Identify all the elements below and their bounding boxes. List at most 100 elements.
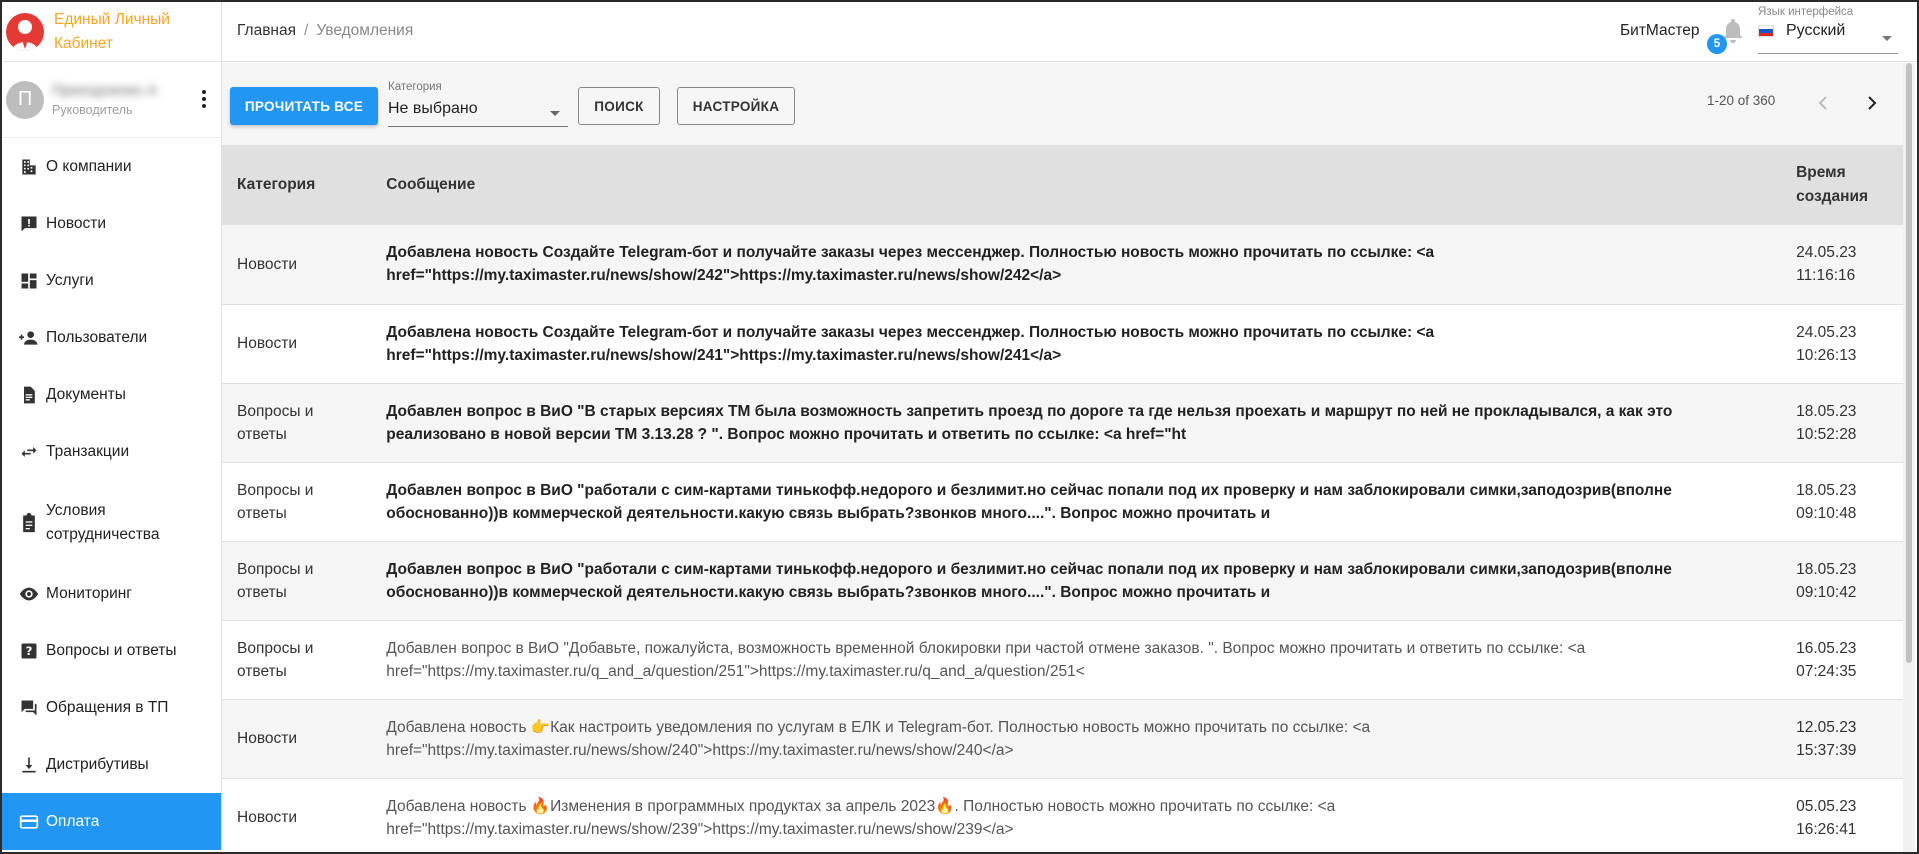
user-panel: П Приходченко А Руководитель: [2, 62, 221, 138]
documents-icon: [17, 383, 41, 407]
caret-down-icon: [550, 111, 560, 116]
language-label: Язык интерфейса: [1758, 6, 1854, 18]
sidebar-item-label: Вопросы и ответы: [46, 641, 177, 659]
row-message: Добавлен вопрос в ВиО "работали с сим-ка…: [386, 560, 1672, 601]
row-message: Добавлена новость Создайте Telegram-бот …: [386, 323, 1435, 364]
brand-title-line1: Единый Личный: [54, 10, 170, 28]
row-message: Добавлена новость 🔥Изменения в программн…: [386, 797, 1336, 838]
company-icon: [17, 155, 41, 179]
row-created-time: 12.05.23 15:37:39: [1781, 699, 1903, 778]
row-date: 12.05.23: [1796, 718, 1857, 736]
more-vertical-icon[interactable]: [201, 90, 207, 108]
row-category: Новости: [237, 335, 298, 352]
table-header-row: Категория Сообщение Время создания: [222, 145, 1903, 225]
row-date: 18.05.23: [1796, 560, 1857, 578]
table-row[interactable]: Вопросы и ответы Добавлен вопрос в ВиО "В…: [222, 383, 1903, 462]
caret-down-icon: [1882, 36, 1892, 41]
news-icon: [17, 212, 41, 236]
avatar[interactable]: П: [6, 80, 44, 119]
sidebar-item-users[interactable]: Пользователи: [2, 309, 221, 366]
sidebar-item-monitoring[interactable]: Мониторинг: [2, 565, 221, 622]
russia-flag-icon: [1758, 25, 1774, 37]
row-time: 10:52:28: [1796, 425, 1857, 443]
clipboard-icon: [17, 511, 41, 535]
breadcrumb-separator: /: [304, 22, 309, 39]
breadcrumb-home[interactable]: Главная: [237, 22, 296, 39]
sidebar-item-label: Пользователи: [46, 328, 148, 346]
user-role: Руководитель: [52, 103, 133, 117]
download-icon: [17, 753, 41, 777]
pagination-info: 1-20 of 360: [1707, 93, 1776, 108]
table-row[interactable]: Вопросы и ответы Добавлен вопрос в ВиО "р…: [222, 541, 1903, 620]
svg-text:?: ?: [26, 644, 33, 658]
chevron-right-icon[interactable]: [1862, 93, 1882, 113]
sidebar-item-documents[interactable]: Документы: [2, 366, 221, 423]
brand-title-line2: Кабинет: [54, 34, 113, 52]
users-icon: [17, 326, 41, 350]
row-date: 24.05.23: [1796, 244, 1857, 262]
sidebar-item-label: Дистрибутивы: [46, 755, 149, 773]
sidebar-item-label: Услуги: [46, 271, 94, 289]
sidebar: Единый Личный Кабинет П Приходченко А Ру…: [2, 2, 222, 852]
brand-title: Единый Личный Кабинет: [54, 8, 170, 56]
row-date: 05.05.23: [1796, 797, 1857, 815]
language-select[interactable]: Язык интерфейса Русский: [1758, 6, 1898, 54]
category-select[interactable]: Категория Не выбрано: [388, 81, 568, 127]
row-date: 18.05.23: [1796, 402, 1857, 420]
row-message: Добавлен вопрос в ВиО "работали с сим-ка…: [386, 481, 1672, 522]
column-header-category[interactable]: Категория: [222, 145, 371, 225]
table-row[interactable]: Вопросы и ответы Добавлен вопрос в ВиО "р…: [222, 462, 1903, 541]
chevron-left-icon[interactable]: [1813, 93, 1833, 113]
table-row[interactable]: Новости Добавлена новость 👉Как настроить …: [222, 699, 1903, 778]
sidebar-item-label: Новости: [46, 214, 107, 232]
sidebar-item-label: О компании: [46, 157, 132, 175]
breadcrumb-current: Уведомления: [316, 22, 414, 39]
column-header-time[interactable]: Время создания: [1781, 145, 1903, 225]
row-date: 16.05.23: [1796, 639, 1857, 657]
row-date: 18.05.23: [1796, 481, 1857, 499]
brand[interactable]: Единый Личный Кабинет: [2, 2, 221, 62]
sidebar-item-label: Обращения в ТП: [46, 698, 169, 716]
table-row[interactable]: Вопросы и ответы Добавлен вопрос в ВиО "Д…: [222, 620, 1903, 699]
sidebar-item-services[interactable]: Услуги: [2, 252, 221, 309]
language-value-text: Русский: [1786, 22, 1846, 39]
sidebar-item-payment[interactable]: Оплата: [2, 793, 221, 850]
row-time: 15:37:39: [1796, 741, 1857, 759]
table-row[interactable]: Новости Добавлена новость Создайте Telegr…: [222, 225, 1903, 304]
category-value: Не выбрано: [388, 100, 478, 117]
user-name: Приходченко А: [52, 82, 158, 99]
table-row[interactable]: Новости Добавлена новость Создайте Telegr…: [222, 304, 1903, 383]
sidebar-item-company[interactable]: О компании: [2, 138, 221, 195]
row-created-time: 18.05.23 10:52:28: [1781, 383, 1903, 462]
logo-icon: [6, 12, 44, 51]
row-message: Добавлена новость Создайте Telegram-бот …: [386, 244, 1435, 285]
credit-card-icon: [17, 810, 41, 834]
scrollbar-thumb[interactable]: [1906, 63, 1912, 663]
row-category: Новости: [237, 809, 298, 826]
row-message: Добавлен вопрос в ВиО "В старых версиях …: [386, 402, 1673, 443]
services-icon: [17, 269, 41, 293]
table-row[interactable]: Новости Добавлена новость 🔥Изменения в пр…: [222, 778, 1903, 852]
search-button[interactable]: ПОИСК: [578, 87, 660, 125]
row-category: Новости: [237, 730, 298, 747]
settings-button[interactable]: НАСТРОЙКА: [677, 87, 795, 125]
row-created-time: 05.05.23 16:26:41: [1781, 778, 1903, 852]
row-category: Вопросы и ответы: [237, 402, 314, 443]
column-header-message[interactable]: Сообщение: [371, 145, 1781, 225]
sidebar-nav: О компании Новости Услуги Пользователи Д…: [2, 138, 221, 850]
sidebar-item-distributions[interactable]: Дистрибутивы: [2, 736, 221, 793]
sidebar-item-news[interactable]: Новости: [2, 195, 221, 252]
row-time: 10:26:13: [1796, 346, 1857, 364]
scrollbar[interactable]: [1903, 63, 1915, 852]
sidebar-item-label: Документы: [46, 385, 126, 403]
sidebar-item-transactions[interactable]: Транзакции: [2, 423, 221, 480]
read-all-button[interactable]: ПРОЧИТАТЬ ВСЕ: [230, 87, 378, 125]
sidebar-item-label: Мониторинг: [46, 584, 132, 602]
sidebar-item-qa[interactable]: ? Вопросы и ответы: [2, 622, 221, 679]
notifications-table: Категория Сообщение Время создания Новос…: [222, 145, 1903, 852]
sidebar-item-label: Транзакции: [46, 442, 130, 460]
sidebar-item-support[interactable]: Обращения в ТП: [2, 679, 221, 736]
row-time: 09:10:48: [1796, 504, 1857, 522]
sidebar-item-terms[interactable]: Условия сотрудничества: [2, 480, 221, 565]
company-name: БитМастер: [1620, 22, 1700, 39]
